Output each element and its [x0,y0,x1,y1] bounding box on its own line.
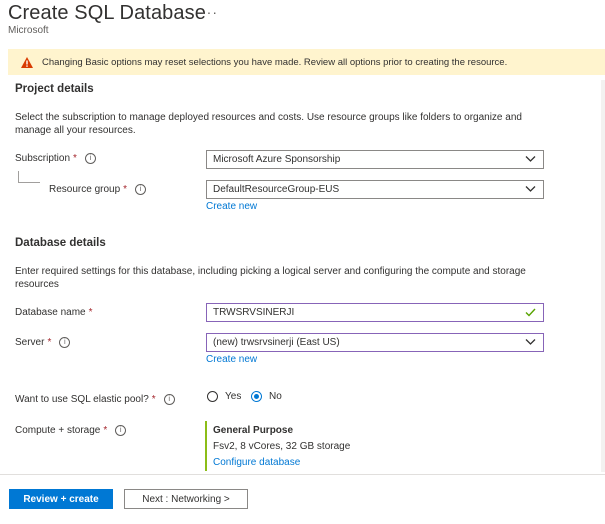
warning-text: Changing Basic options may reset selecti… [42,56,508,68]
subscription-select[interactable]: Microsoft Azure Sponsorship [206,150,544,169]
info-icon[interactable]: i [84,153,96,164]
checkmark-icon [525,308,536,317]
resource-group-label-text: Resource group [49,184,121,195]
create-new-resource-group-link[interactable]: Create new [206,201,257,212]
create-new-server-link[interactable]: Create new [206,354,257,365]
radio-circle[interactable] [207,391,218,402]
resource-group-label: Resource group * i [49,184,147,195]
resource-group-select[interactable]: DefaultResourceGroup-EUS [206,180,544,199]
warning-icon [21,56,33,68]
elastic-pool-no-radio[interactable]: No [251,391,282,402]
chevron-down-icon [525,156,536,162]
database-details-heading: Database details [15,237,106,249]
radio-circle-selected[interactable] [251,391,262,402]
project-details-description: Select the subscription to manage deploy… [15,112,522,136]
server-label-text: Server [15,337,45,348]
database-details-description: Enter required settings for this databas… [15,266,526,290]
info-icon[interactable]: i [115,425,127,436]
database-name-label-text: Database name [15,307,86,318]
radio-label-yes: Yes [225,391,242,402]
required-marker: * [73,153,77,164]
compute-storage-label-text: Compute + storage [15,425,101,436]
chevron-down-icon [525,339,536,345]
elastic-pool-label-text: Want to use SQL elastic pool? [15,394,149,405]
warning-banner: Changing Basic options may reset selecti… [8,49,605,75]
required-marker: * [88,307,93,318]
info-icon[interactable]: i [163,394,175,405]
database-name-input[interactable]: TRWSRVSINERJI [206,303,544,322]
footer-divider [0,474,605,475]
next-networking-button[interactable]: Next : Networking > [124,489,248,509]
compute-storage-label: Compute + storage * i [15,425,127,436]
elastic-pool-label: Want to use SQL elastic pool? * i [15,394,175,405]
compute-tier: General Purpose [213,425,294,436]
elastic-pool-yes-radio[interactable]: Yes [207,391,241,402]
subscription-label-text: Subscription [15,153,71,164]
chevron-down-icon [525,186,536,192]
configure-database-link[interactable]: Configure database [213,457,300,468]
server-value: (new) trwsrvsinerji (East US) [213,337,340,348]
project-details-heading: Project details [15,83,94,95]
info-icon[interactable]: i [135,184,147,195]
server-select[interactable]: (new) trwsrvsinerji (East US) [206,333,544,352]
required-marker: * [151,394,156,405]
scrollbar[interactable] [601,80,605,472]
server-label: Server * i [15,337,71,348]
publisher-label: Microsoft [8,25,49,36]
resource-group-value: DefaultResourceGroup-EUS [213,184,340,195]
review-create-button[interactable]: Review + create [9,489,113,509]
compute-accent-bar [205,421,207,471]
subscription-value: Microsoft Azure Sponsorship [213,154,341,165]
required-marker: * [47,337,52,348]
required-marker: * [123,184,128,195]
page-title: Create SQL Database [8,2,206,24]
compute-spec: Fsv2, 8 vCores, 32 GB storage [213,441,351,452]
required-marker: * [103,425,108,436]
more-options-icon[interactable]: ··· [201,4,218,20]
database-name-label: Database name * [15,307,93,318]
radio-label-no: No [269,391,282,402]
info-icon[interactable]: i [59,337,71,348]
subscription-label: Subscription * i [15,153,96,164]
database-name-value: TRWSRVSINERJI [213,307,295,318]
tree-connector [18,171,19,182]
tree-connector [18,182,40,183]
